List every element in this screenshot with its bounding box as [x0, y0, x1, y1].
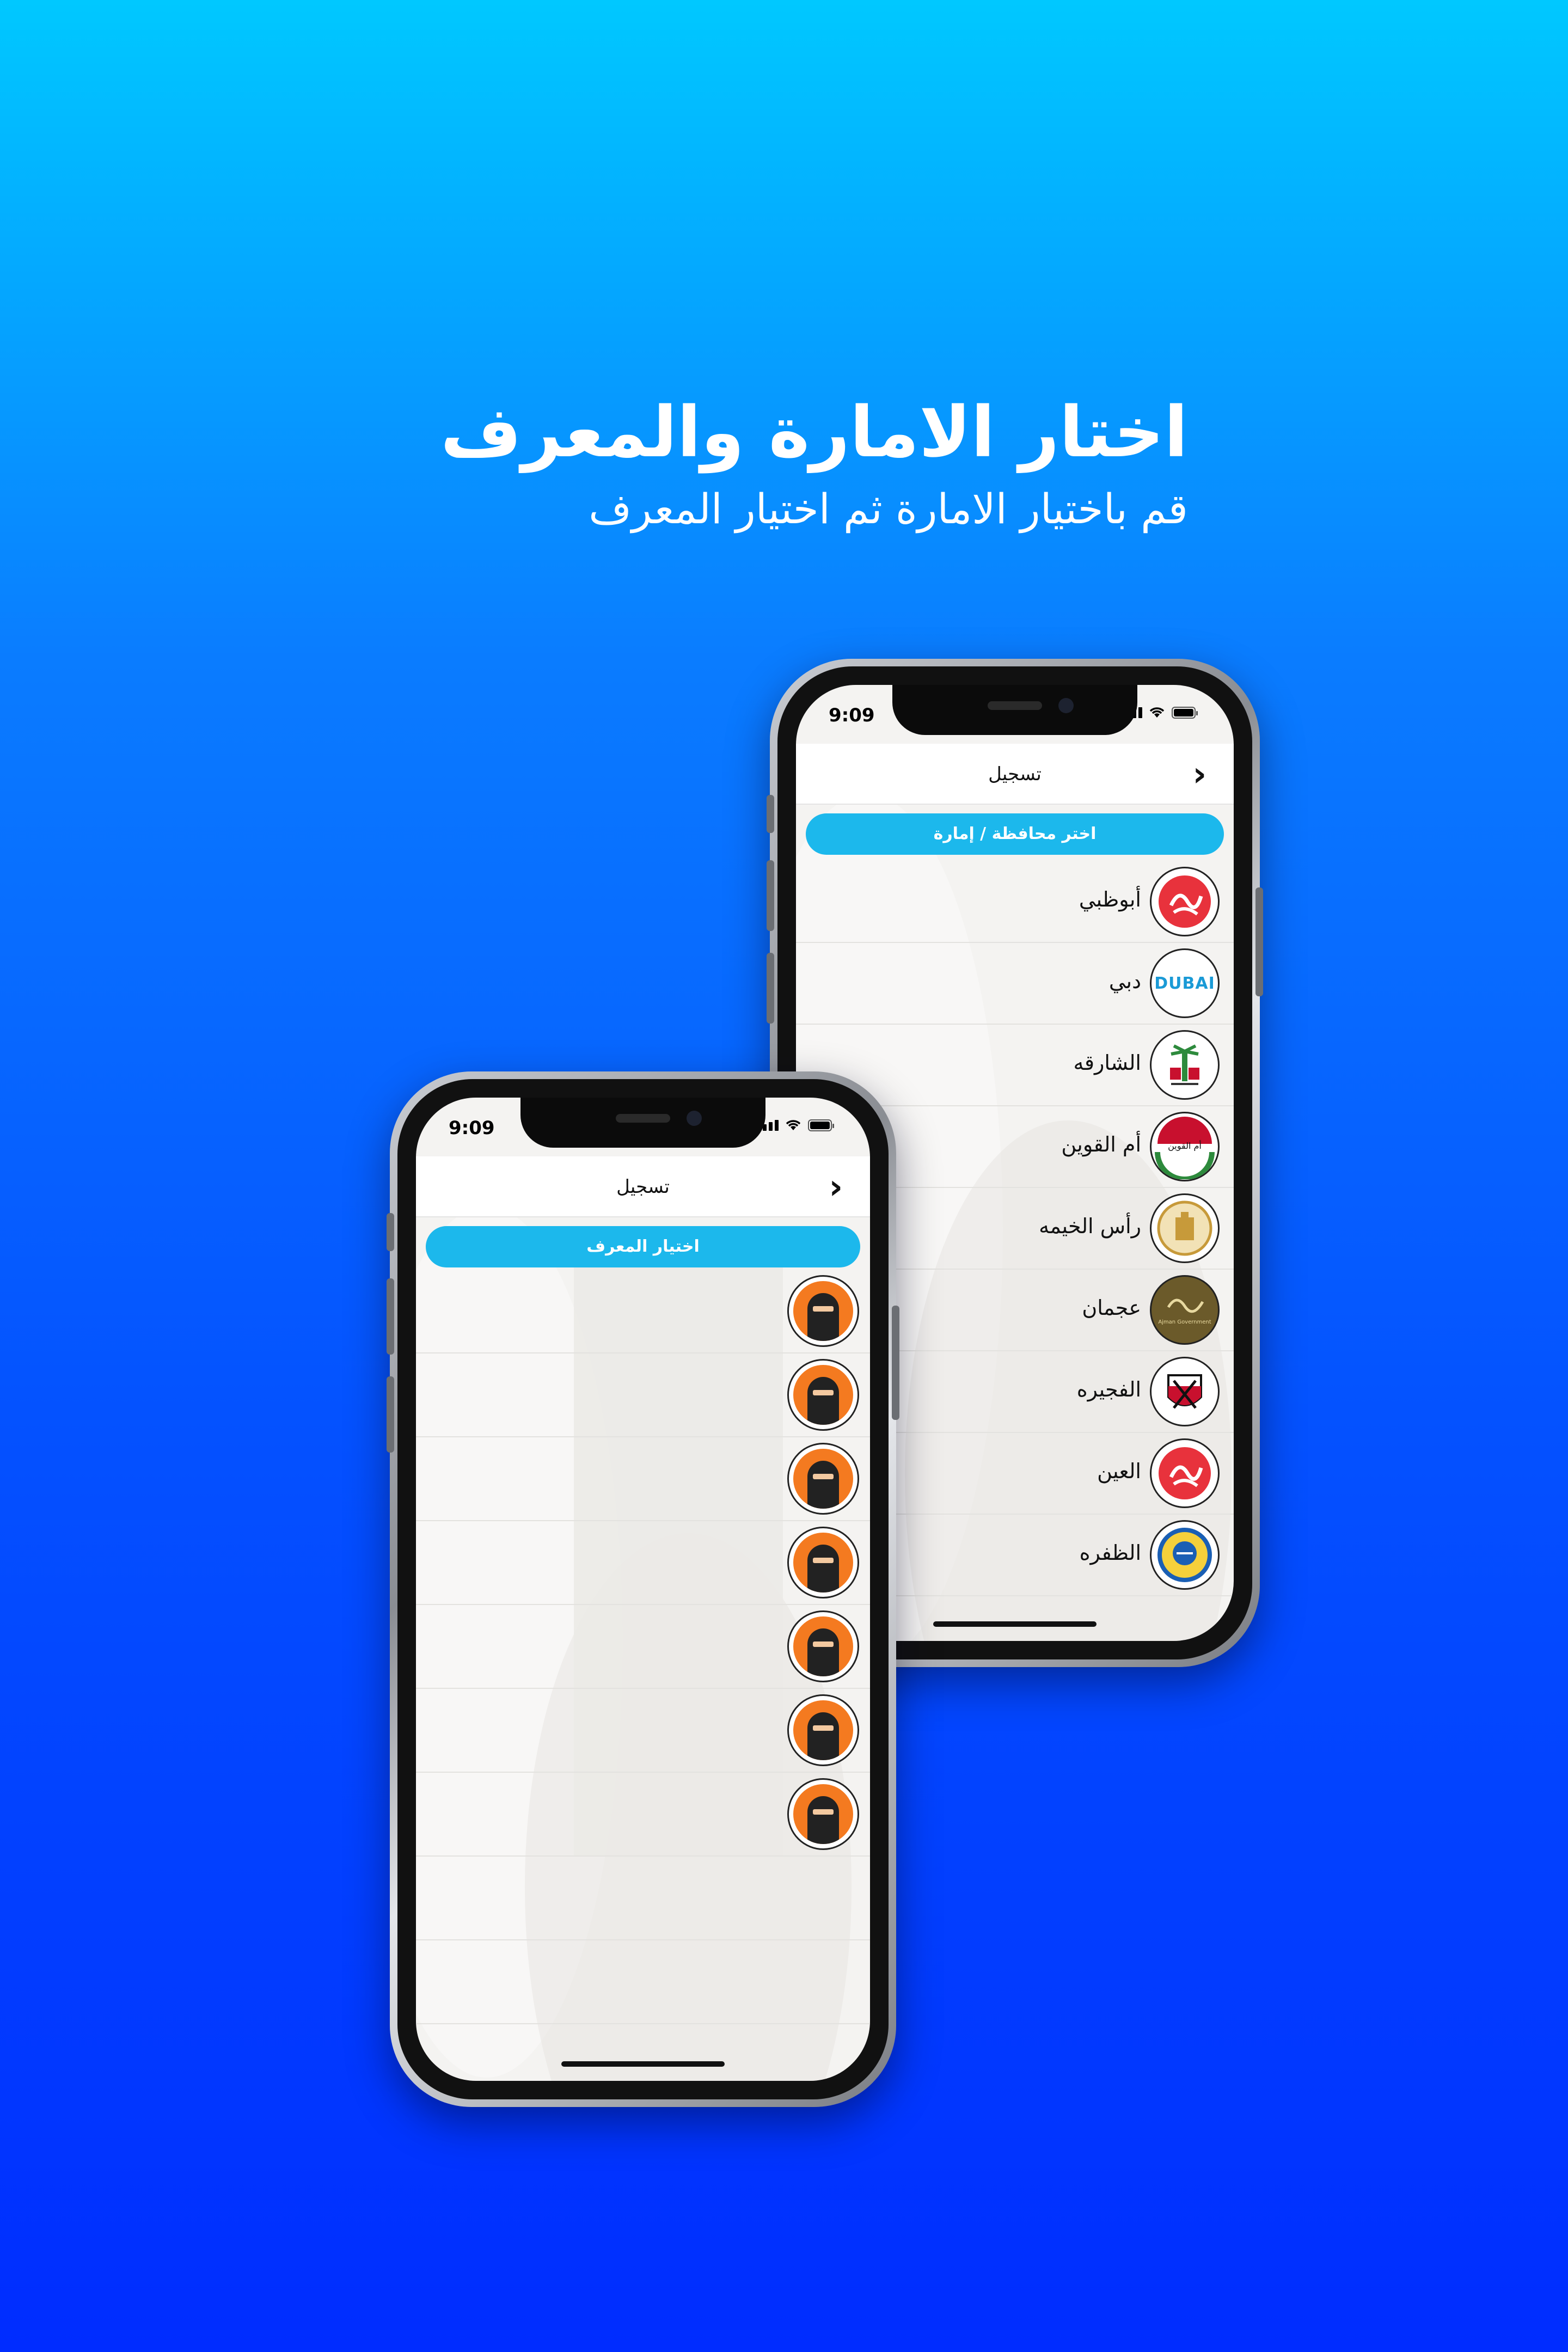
wifi-icon — [1149, 707, 1165, 718]
status-time: 9:09 — [829, 705, 875, 726]
list-item[interactable] — [416, 1436, 870, 1521]
list-item[interactable] — [416, 1688, 870, 1773]
phone-bezel: 9:09 تسجيل › اختيار المعرف — [397, 1079, 889, 2099]
avatar-icon — [787, 1527, 859, 1598]
emirate-name: الشارقه — [1073, 1051, 1141, 1075]
select-emirate-header: اختر محافظة / إمارة — [806, 813, 1224, 855]
list-item[interactable] — [416, 1269, 870, 1353]
home-indicator[interactable] — [561, 2061, 725, 2067]
headline-subtitle: قم باختيار الامارة ثم اختيار المعرف — [589, 485, 1188, 533]
status-time: 9:09 — [449, 1117, 495, 1139]
list-item — [416, 1939, 870, 2024]
emirate-name: أبوظبي — [1079, 887, 1141, 911]
dubai-logo-text: DUBAI — [1154, 973, 1215, 993]
side-button — [767, 953, 774, 1024]
chevron-right-icon[interactable]: › — [829, 1170, 843, 1204]
side-button — [892, 1306, 899, 1420]
list-item[interactable]: دبي DUBAI — [796, 942, 1234, 1025]
side-button — [767, 795, 774, 833]
notch — [520, 1098, 765, 1148]
fujairah-logo-icon — [1150, 1357, 1220, 1426]
battery-icon — [808, 1119, 834, 1131]
side-button — [387, 1376, 394, 1453]
app-bar: تسجيل › — [796, 744, 1234, 805]
ajman-logo-text: Ajman Government — [1158, 1319, 1211, 1325]
page-title: تسجيل — [988, 763, 1042, 785]
battery-icon — [1172, 707, 1198, 719]
alain-logo-icon — [1150, 1438, 1220, 1508]
list-item[interactable]: أبوظبي — [796, 860, 1234, 943]
dubai-logo-icon: DUBAI — [1150, 948, 1220, 1018]
status-icons — [757, 1119, 834, 1131]
avatar-icon — [787, 1778, 859, 1850]
side-button — [767, 860, 774, 931]
emirate-name: دبي — [1108, 969, 1141, 993]
emirate-name: الفجيره — [1076, 1377, 1141, 1401]
side-button — [1255, 887, 1263, 996]
ummalquwain-logo-icon: أم القوين — [1150, 1112, 1220, 1181]
emirate-name: رأس الخيمه — [1039, 1214, 1141, 1238]
select-identifier-header: اختيار المعرف — [426, 1226, 860, 1267]
emirate-name: العين — [1097, 1459, 1141, 1483]
list-item[interactable] — [416, 1772, 870, 1857]
screen: 9:09 تسجيل › اختيار المعرف — [416, 1098, 870, 2081]
avatar-icon — [787, 1694, 859, 1766]
chevron-right-icon[interactable]: › — [1192, 757, 1206, 791]
abudhabi-logo-icon — [1150, 867, 1220, 936]
avatar-icon — [787, 1443, 859, 1515]
home-indicator[interactable] — [933, 1621, 1097, 1627]
rasalkhaimah-logo-icon — [1150, 1193, 1220, 1263]
aldhafra-logo-icon — [1150, 1520, 1220, 1590]
avatar-icon — [787, 1610, 859, 1682]
ajman-logo-icon: Ajman Government — [1150, 1275, 1220, 1345]
emirate-name: عجمان — [1082, 1296, 1141, 1320]
page-title: تسجيل — [616, 1176, 670, 1198]
notch — [892, 685, 1137, 735]
avatar-icon — [787, 1275, 859, 1347]
list-item[interactable] — [416, 1352, 870, 1437]
avatar-icon — [787, 1359, 859, 1431]
sharjah-logo-icon — [1150, 1030, 1220, 1100]
ummalquwain-logo-text: أم القوين — [1168, 1141, 1202, 1151]
headline: اختار الامارة والمعرف قم باختيار الامارة… — [440, 392, 1188, 539]
emirate-name: أم القوين — [1061, 1132, 1141, 1156]
side-button — [387, 1213, 394, 1251]
app-bar: تسجيل › — [416, 1156, 870, 1217]
headline-title: اختار الامارة والمعرف — [440, 392, 1188, 473]
side-button — [387, 1278, 394, 1355]
wifi-icon — [786, 1120, 801, 1130]
list-item — [416, 1855, 870, 1940]
front-phone: 9:09 تسجيل › اختيار المعرف — [387, 1071, 899, 2107]
emirate-name: الظفره — [1079, 1541, 1141, 1565]
list-item[interactable] — [416, 1520, 870, 1605]
list-item[interactable] — [416, 1604, 870, 1689]
